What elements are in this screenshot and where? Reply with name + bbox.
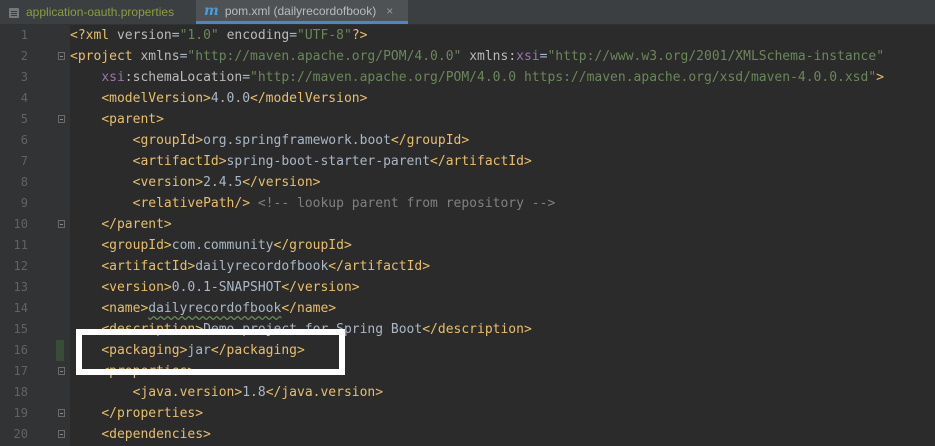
code-line-3: xsi:schemaLocation="http://maven.apache.… (101, 70, 884, 85)
line-number: 6 (20, 133, 28, 147)
code-line-2: <project xmlns="http://maven.apache.org/… (70, 49, 885, 64)
close-icon[interactable]: × (386, 4, 393, 18)
code-line-6: <groupId>org.springframework.boot</group… (132, 133, 470, 148)
code-line-18: <java.version>1.8</java.version> (132, 385, 384, 400)
annotation-highlight-box (76, 329, 345, 375)
line-number: 15 (13, 322, 28, 336)
code-line-9: <relativePath/> <!-- lookup parent from … (132, 196, 556, 211)
properties-file-icon (8, 6, 20, 19)
fold-icon[interactable] (58, 115, 65, 123)
code-line-8: <version>2.4.5</version> (132, 175, 321, 190)
tab-application-oauth-properties[interactable]: application-oauth.properties (0, 0, 196, 24)
tab-pom-xml[interactable]: m pom.xml (dailyrecordofbook) × (196, 0, 408, 24)
line-number: 3 (20, 70, 28, 84)
fold-icon[interactable] (58, 367, 65, 375)
code-line-13: <version>0.0.1-SNAPSHOT</version> (101, 280, 360, 295)
line-number: 13 (13, 280, 28, 294)
fold-icon[interactable] (58, 409, 65, 417)
line-number: 7 (20, 154, 28, 168)
line-number: 18 (13, 385, 28, 399)
code-line-1: <?xml version="1.0" encoding="UTF-8"?> (70, 28, 368, 43)
line-number: 16 (13, 343, 28, 357)
line-number: 12 (13, 259, 28, 273)
vcs-change-marker[interactable] (56, 340, 64, 361)
code-area[interactable]: <?xml version="1.0" encoding="UTF-8"?> <… (70, 25, 935, 446)
code-line-11: <groupId>com.community</groupId> (101, 238, 352, 253)
tab-label: pom.xml (dailyrecordofbook) (224, 3, 377, 18)
line-number-gutter: 1 2 3 4 5 6 7 8 9 10 11 12 13 14 15 16 1… (0, 25, 70, 446)
fold-icon[interactable] (58, 52, 65, 60)
line-number: 11 (13, 238, 28, 252)
code-line-12: <artifactId>dailyrecordofbook</artifactI… (101, 259, 431, 274)
line-number: 1 (20, 28, 28, 42)
line-number: 14 (13, 301, 28, 315)
code-line-19: </properties> (101, 406, 204, 421)
line-number: 9 (20, 196, 28, 210)
code-line-4: <modelVersion>4.0.0</modelVersion> (101, 91, 368, 106)
line-number: 4 (20, 91, 28, 105)
maven-icon: m (204, 2, 219, 19)
code-editor[interactable]: 1 2 3 4 5 6 7 8 9 10 11 12 13 14 15 16 1… (0, 25, 935, 446)
line-number: 8 (20, 175, 28, 189)
line-number: 2 (20, 49, 28, 63)
code-line-14: <name>dailyrecordofbook</name> (101, 301, 337, 316)
code-line-5: <parent> (101, 112, 164, 127)
fold-icon[interactable] (58, 220, 65, 228)
editor-tab-bar: application-oauth.properties m pom.xml (… (0, 0, 935, 25)
line-number: 5 (20, 112, 28, 126)
code-line-7: <artifactId>spring-boot-starter-parent</… (132, 154, 532, 169)
tab-label: application-oauth.properties (26, 5, 175, 19)
line-number: 10 (13, 217, 28, 231)
code-line-10: </parent> (101, 217, 172, 232)
line-number: 20 (13, 427, 28, 441)
line-number: 17 (13, 364, 28, 378)
fold-icon[interactable] (58, 430, 65, 438)
line-number: 19 (13, 406, 28, 420)
code-line-20: <dependencies> (101, 427, 211, 442)
